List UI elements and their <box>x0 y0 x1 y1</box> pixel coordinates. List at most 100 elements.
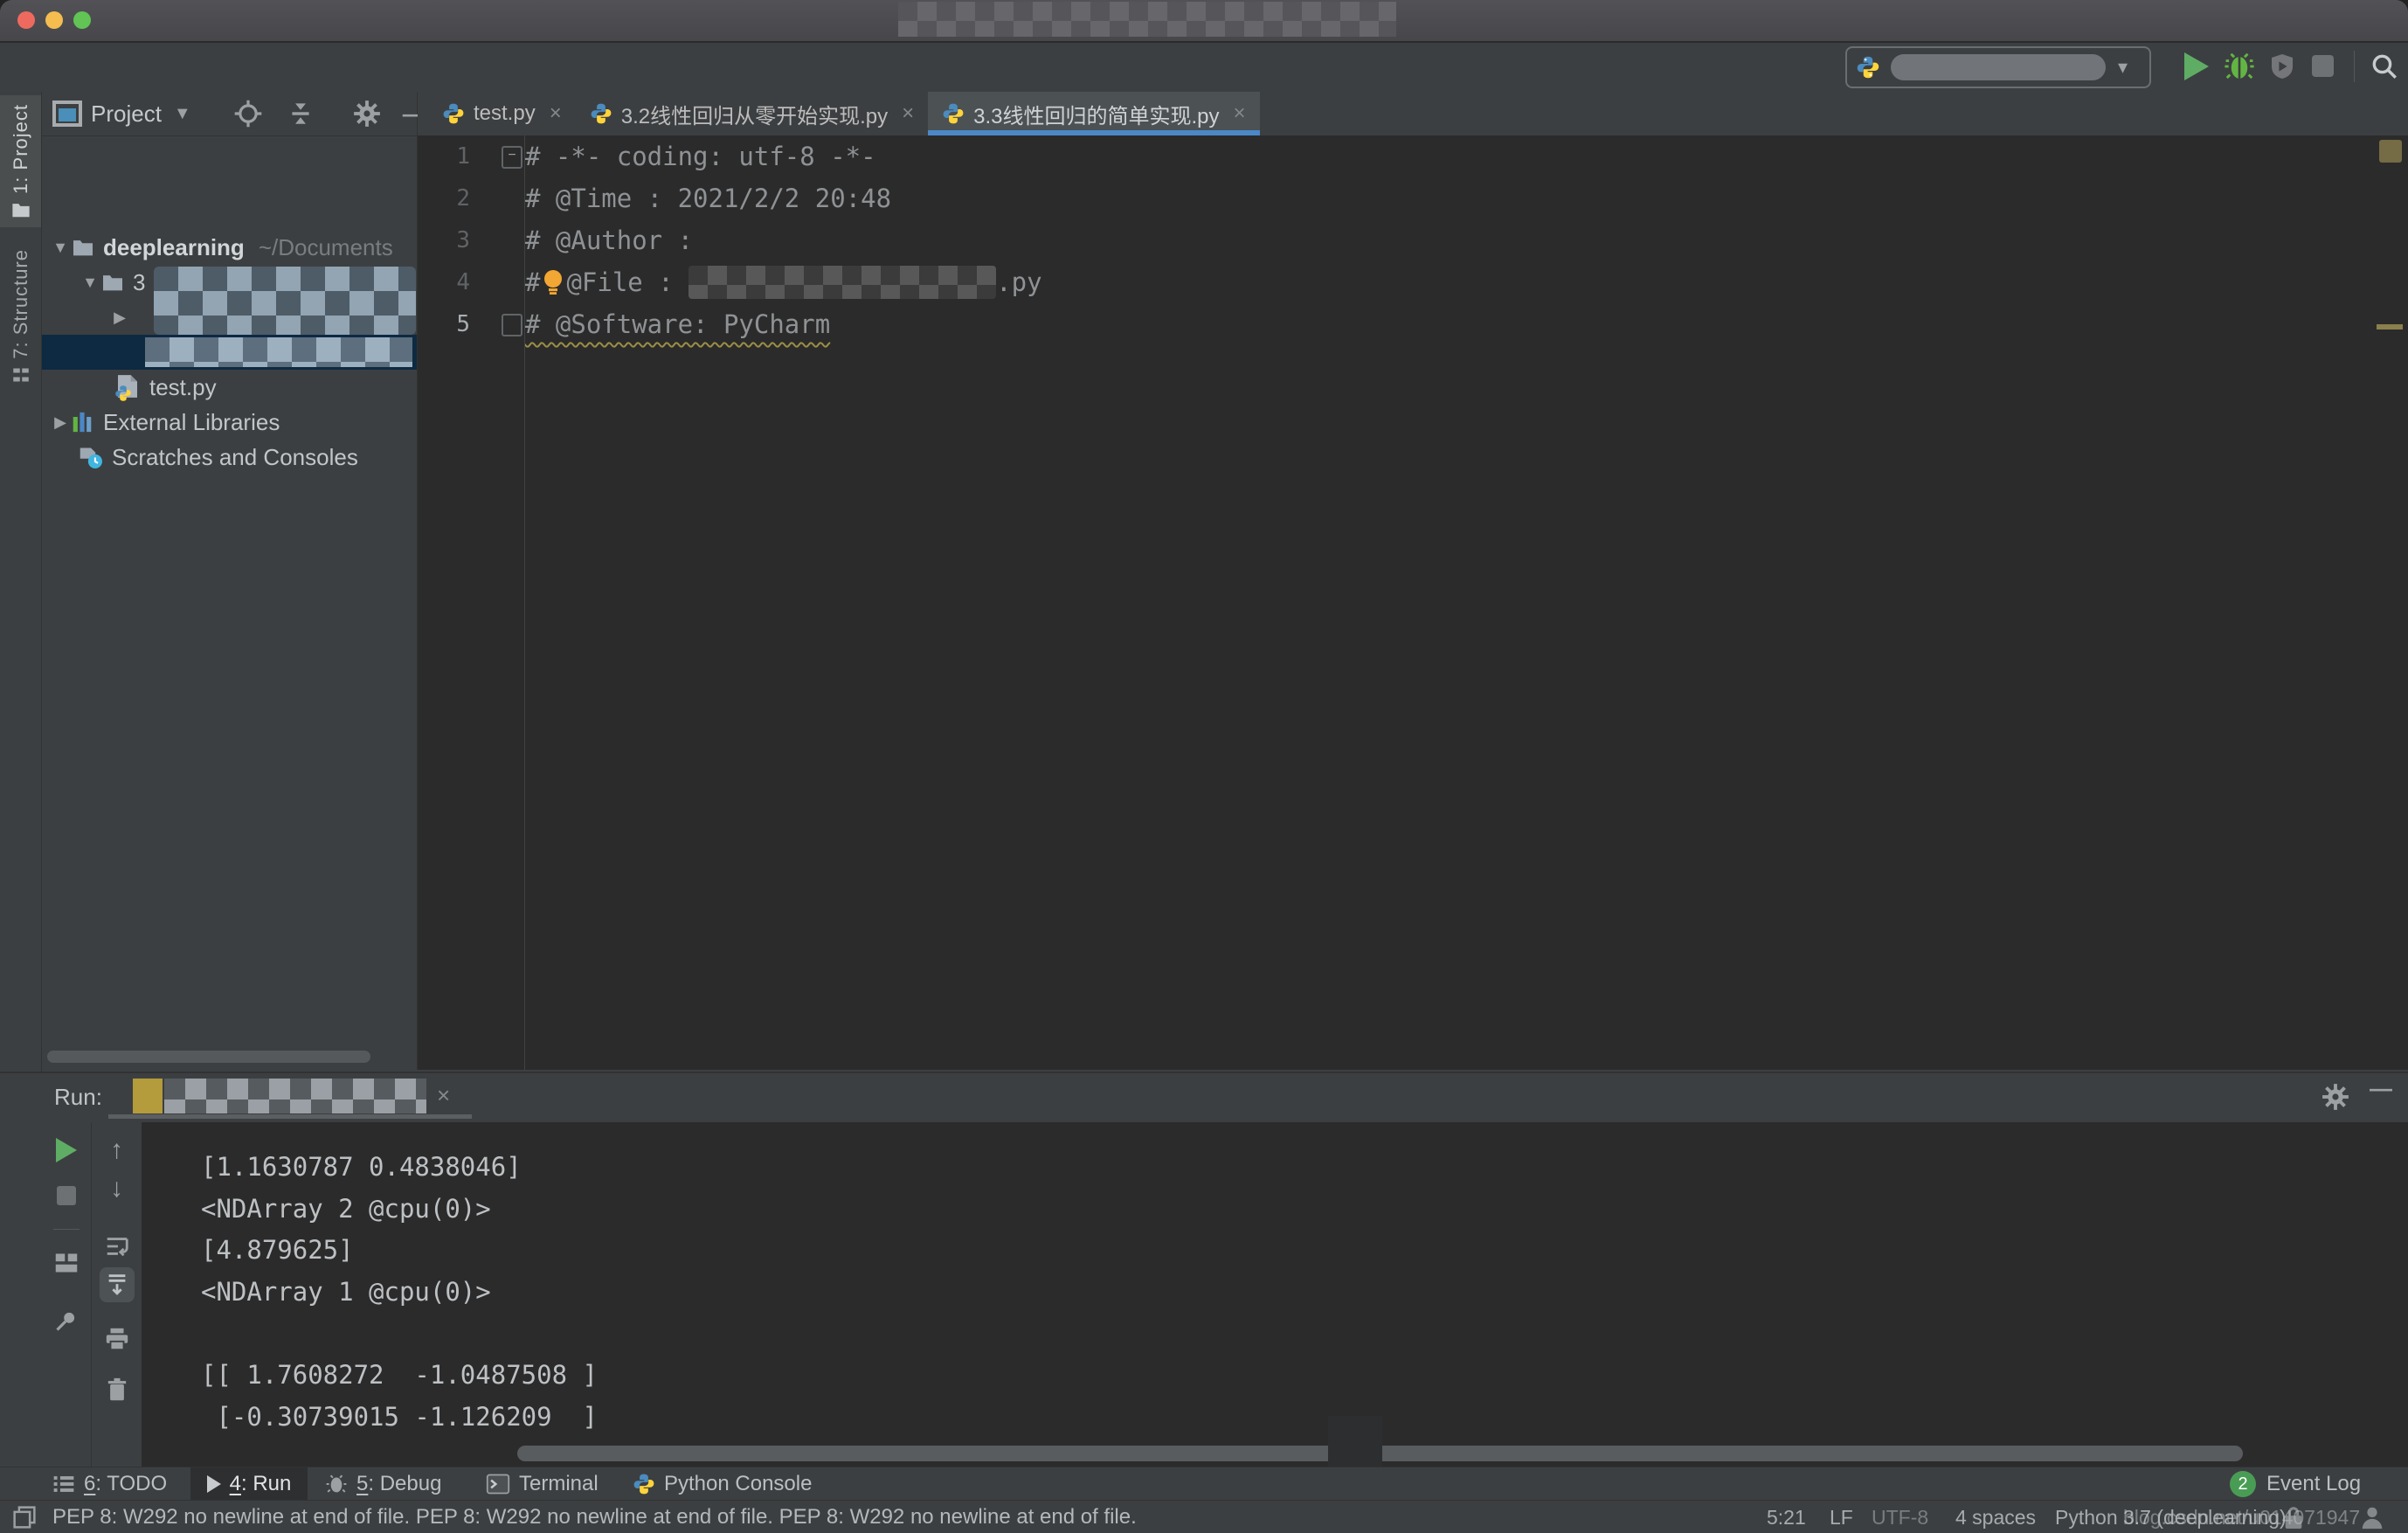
censored-tree-items <box>154 267 416 335</box>
todo-label: 6: TODO <box>84 1472 168 1495</box>
tree-row-external-libraries[interactable]: ▶ External Libraries <box>42 405 417 440</box>
project-stripe-label: 1: Project <box>9 104 31 194</box>
print-button[interactable] <box>100 1321 135 1356</box>
status-panels-icon[interactable] <box>12 1501 37 1533</box>
locate-file-icon[interactable] <box>233 99 263 128</box>
code-line-1[interactable]: # -*- coding: utf-8 -*- <box>525 135 876 177</box>
zoom-window-button[interactable] <box>73 11 91 29</box>
status-message[interactable]: PEP 8: W292 no newline at end of file. P… <box>52 1501 1137 1533</box>
chevron-down-icon[interactable]: ▼ <box>79 274 101 292</box>
python-file-icon <box>442 102 465 125</box>
line-number: 2 <box>456 185 470 212</box>
tab-label: test.py <box>474 101 536 125</box>
lightbulb-intention-icon[interactable] <box>540 268 566 296</box>
chevron-down-icon[interactable]: ▼ <box>49 239 72 257</box>
python-file-icon <box>115 375 139 401</box>
line-number: 1 <box>456 143 470 170</box>
chevron-right-icon[interactable]: ▶ <box>108 309 131 327</box>
restore-layout-button[interactable] <box>49 1245 84 1280</box>
collapse-all-icon[interactable] <box>286 99 315 128</box>
toolwindow-todo[interactable]: 6: TODO <box>52 1467 167 1501</box>
close-window-button[interactable] <box>17 11 35 29</box>
run-button[interactable] <box>2184 52 2209 80</box>
project-view-icon <box>52 101 82 127</box>
project-view-title[interactable]: Project <box>91 101 162 128</box>
project-panel-header: Project ▼ — <box>42 92 426 136</box>
soft-wrap-button[interactable] <box>100 1229 135 1264</box>
watermark-text: blog.csdn.net/u014071947 <box>2123 1505 2361 1529</box>
run-console-output[interactable]: [1.1630787 0.4838046] <NDArray 2 @cpu(0)… <box>142 1122 2408 1468</box>
title-bar[interactable] <box>0 0 2408 43</box>
toolbar-separator <box>2354 51 2355 82</box>
tree-row-scratches[interactable]: Scratches and Consoles <box>42 440 417 475</box>
line-number: 4 <box>456 269 470 295</box>
close-tab-icon[interactable]: × <box>437 1082 450 1109</box>
tool-window-bar: 6: TODO 4: Run 5: Debug Terminal Python … <box>0 1467 2408 1501</box>
stop-button[interactable] <box>2312 55 2334 77</box>
run-configuration-select[interactable]: ▾ <box>1845 46 2151 88</box>
clear-all-icon[interactable] <box>100 1372 135 1407</box>
structure-stripe-label: 7: Structure <box>9 249 31 359</box>
censored-selected-item <box>145 337 412 367</box>
code-line-4[interactable]: # @File : .py <box>525 261 1042 303</box>
chevron-down-icon[interactable]: ▼ <box>174 104 191 124</box>
up-stack-trace-button[interactable]: ↑ <box>100 1133 135 1168</box>
line-number-current: 5 <box>456 311 470 337</box>
run-label: 4: Run <box>229 1472 292 1495</box>
tab-test-py[interactable]: test.py × <box>428 92 576 135</box>
code-line-5[interactable]: # @Software: PyCharm <box>525 303 830 345</box>
minimize-window-button[interactable] <box>45 11 63 29</box>
library-icon <box>72 411 93 434</box>
rerun-button[interactable] <box>49 1133 84 1168</box>
toolwindow-python-console[interactable]: Python Console <box>633 1467 812 1501</box>
run-with-coverage-icon[interactable] <box>2268 52 2296 80</box>
debug-button[interactable] <box>2223 50 2256 83</box>
down-stack-trace-button[interactable]: ↓ <box>100 1171 135 1206</box>
warning-stripe-mark[interactable] <box>2377 324 2403 329</box>
toolwindow-run-active[interactable]: 4: Run <box>190 1467 308 1501</box>
censored-window-title <box>898 2 1396 37</box>
tab-3-3-active[interactable]: 3.3线性回归的简单实现.py × <box>928 92 1260 135</box>
tree-row-root[interactable]: ▼ deeplearning ~/Documents <box>42 230 417 265</box>
gear-icon[interactable] <box>2321 1082 2350 1112</box>
toolwindow-terminal[interactable]: Terminal <box>486 1467 599 1501</box>
close-tab-icon[interactable]: × <box>1234 101 1246 126</box>
tab-3-2[interactable]: 3.2线性回归从零开始实现.py × <box>576 92 928 135</box>
code-text: @File : <box>566 267 689 297</box>
sidebar-item-project[interactable]: 1: Project <box>0 95 41 227</box>
pin-tab-button[interactable] <box>49 1303 84 1338</box>
sidebar-item-structure[interactable]: 7: Structure <box>0 249 41 384</box>
tree-scratches-label: Scratches and Consoles <box>112 443 358 470</box>
gear-icon[interactable] <box>352 99 382 128</box>
close-tab-icon[interactable]: × <box>550 101 562 126</box>
run-tab[interactable]: × <box>108 1075 472 1119</box>
caret-position[interactable]: 5:21 <box>1767 1501 1806 1533</box>
code-line-2[interactable]: # @Time : 2021/2/2 20:48 <box>525 177 891 219</box>
toolwindow-debug[interactable]: 5: Debug <box>325 1467 441 1501</box>
indent-setting[interactable]: 4 spaces <box>1955 1501 2036 1533</box>
project-horizontal-scrollbar[interactable] <box>47 1051 370 1063</box>
stop-button[interactable] <box>49 1178 84 1213</box>
code-editor[interactable]: 1 2 3 4 5 − # -*- coding: utf-8 -*- # @T… <box>418 135 2408 1070</box>
terminal-label: Terminal <box>519 1472 599 1495</box>
file-encoding[interactable]: UTF-8 <box>1872 1501 1928 1533</box>
search-everywhere-icon[interactable] <box>2370 52 2399 81</box>
inspection-indicator[interactable] <box>2379 140 2402 163</box>
console-line: [4.879625] <box>201 1235 354 1266</box>
event-log-button[interactable]: 2 Event Log <box>2230 1467 2361 1501</box>
debug-label: 5: Debug <box>356 1472 442 1495</box>
code-line-3[interactable]: # @Author : <box>525 219 693 261</box>
censored-run-tab-name <box>164 1079 426 1113</box>
line-separator[interactable]: LF <box>1830 1501 1853 1533</box>
close-tab-icon[interactable]: × <box>902 101 914 126</box>
hide-panel-icon[interactable]: — <box>2370 1075 2392 1102</box>
chevron-right-icon[interactable]: ▶ <box>49 413 72 432</box>
fold-marker[interactable]: − <box>502 146 522 169</box>
status-bar: PEP 8: W292 no newline at end of file. P… <box>0 1500 2408 1533</box>
scroll-to-end-button[interactable] <box>99 1267 135 1302</box>
folder-icon <box>72 238 94 257</box>
fold-marker[interactable] <box>502 314 522 336</box>
tree-row-test-py[interactable]: test.py <box>42 370 417 405</box>
console-line: [[ 1.7608272 -1.0487508 ] <box>201 1359 598 1390</box>
